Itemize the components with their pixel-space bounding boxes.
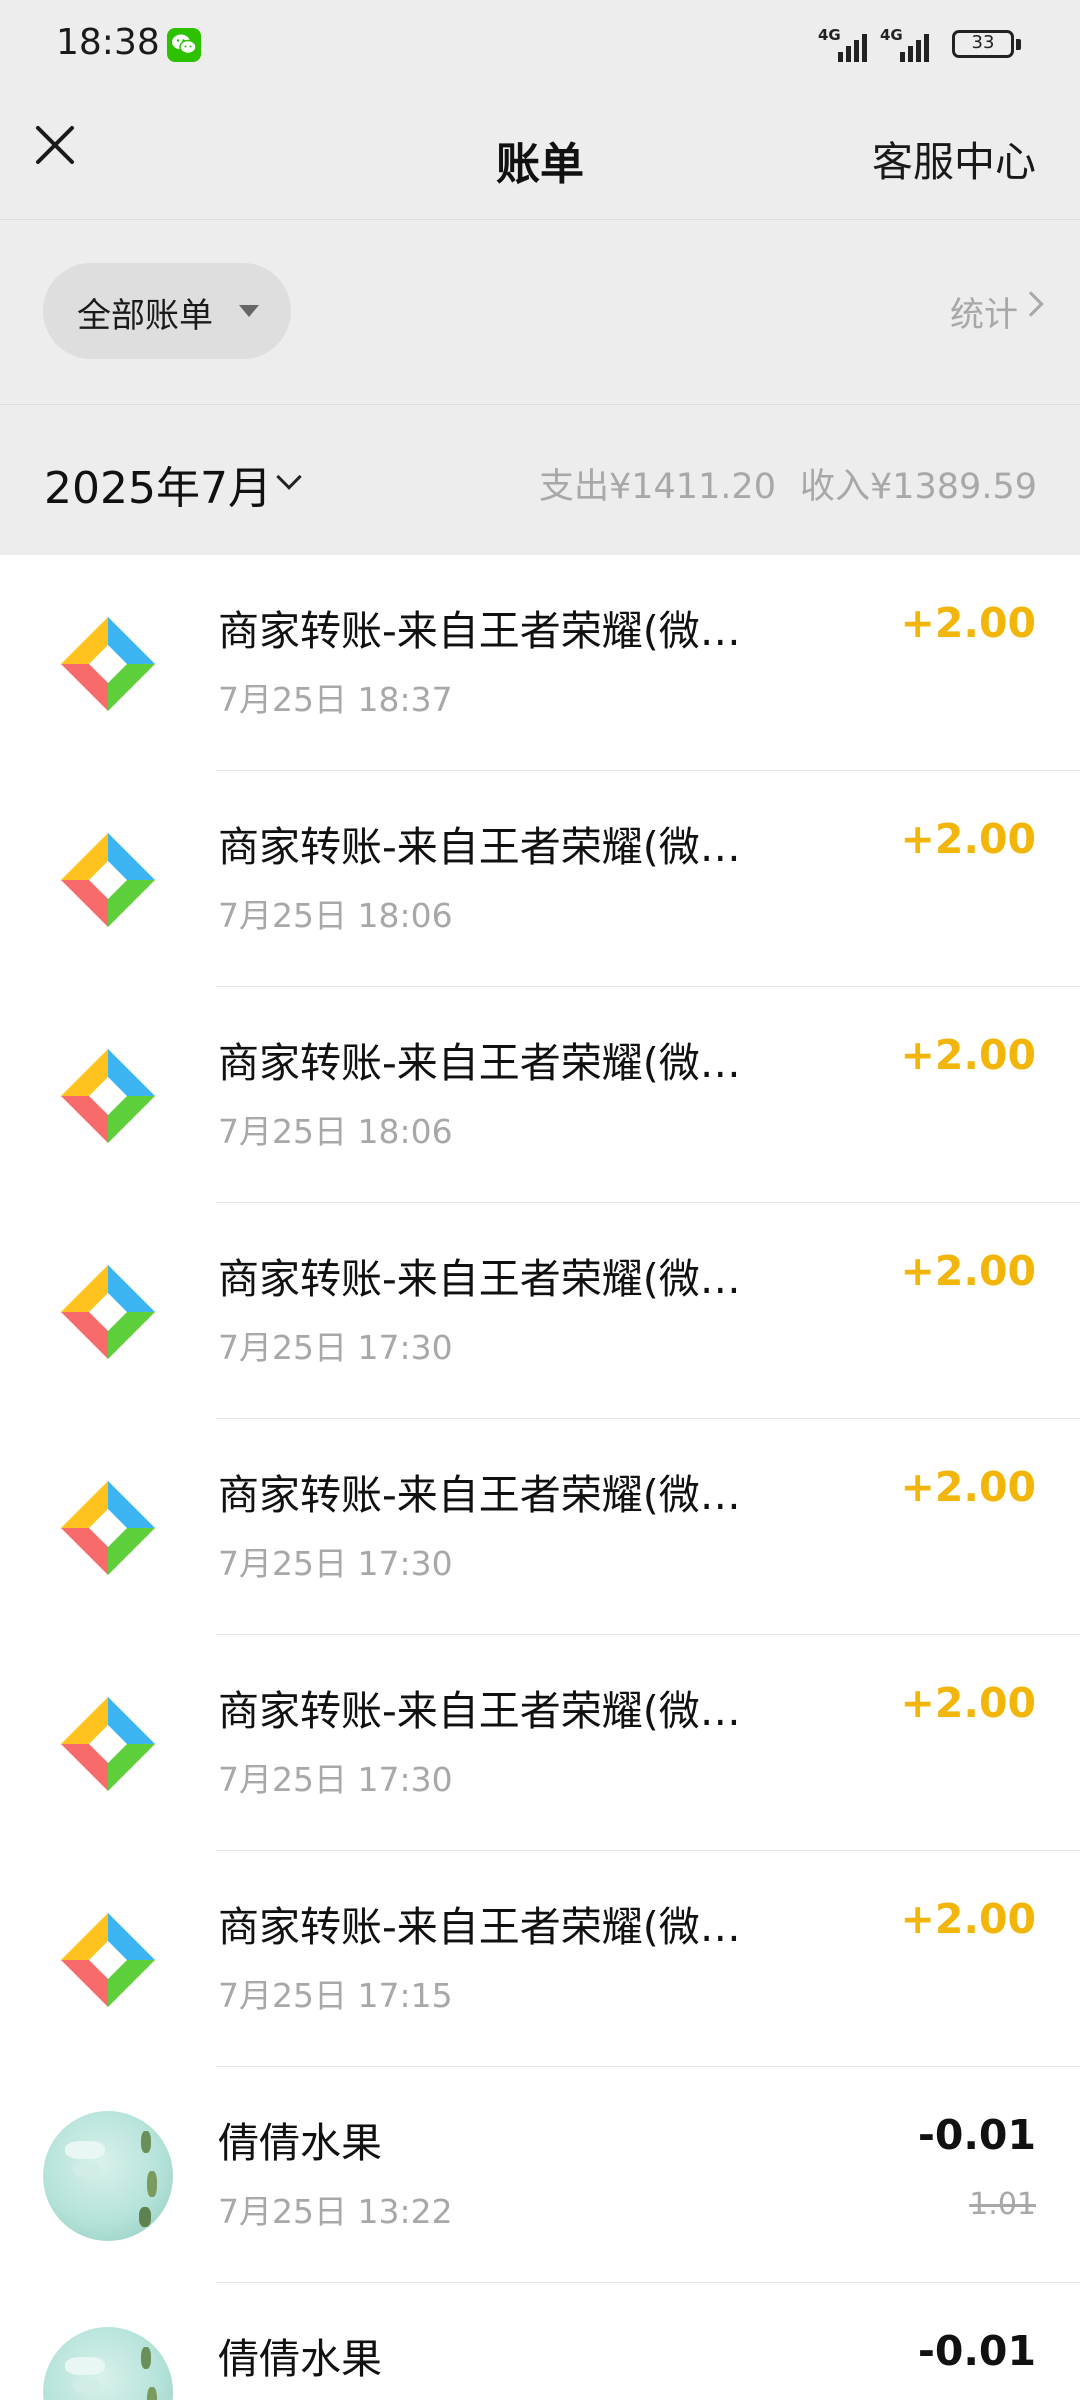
transaction-time: 7月25日 17:30 [218, 1328, 453, 1367]
filter-bar: 全部账单 统计 [0, 221, 1080, 405]
expense-total: 支出¥1411.20 [538, 467, 776, 507]
transaction-title: 商家转账-来自王者荣耀(微… [218, 607, 741, 655]
merchant-avatar [43, 2111, 173, 2241]
app-header: 账单 客服中心 [0, 90, 1080, 220]
month-summary-bar: 2025年7月 支出¥1411.20 收入¥1389.59 [0, 406, 1080, 554]
statistics-button[interactable]: 统计 [950, 287, 1018, 336]
transaction-amount: +2.00 [900, 815, 1036, 863]
status-time: 18:38 [56, 22, 160, 63]
transaction-time: 7月25日 18:06 [218, 1112, 453, 1151]
bill-filter-dropdown[interactable]: 全部账单 [43, 263, 291, 359]
transaction-time: 7月25日 18:37 [218, 680, 453, 719]
transaction-row[interactable]: 倩倩水果 -0.01 [0, 2283, 1080, 2400]
transaction-amount: +2.00 [900, 1031, 1036, 1079]
month-selector[interactable]: 2025年7月 [44, 452, 272, 516]
transaction-time: 7月25日 17:30 [218, 1544, 453, 1583]
transaction-amount: +2.00 [900, 1679, 1036, 1727]
merchant-transfer-logo-icon [43, 1247, 173, 1377]
battery-level: 33 [971, 32, 995, 53]
chevron-down-icon[interactable] [276, 464, 302, 490]
transaction-amount: -0.01 [917, 2327, 1036, 2375]
transaction-title: 商家转账-来自王者荣耀(微… [218, 1903, 741, 1951]
merchant-transfer-logo-icon [43, 1031, 173, 1161]
transaction-time: 7月25日 18:06 [218, 896, 453, 935]
transaction-row[interactable]: 商家转账-来自王者荣耀(微… 7月25日 18:06 +2.00 [0, 771, 1080, 987]
merchant-transfer-logo-icon [43, 1895, 173, 2025]
cellular-signal-icon-1: 4G [818, 26, 874, 62]
transaction-row[interactable]: 商家转账-来自王者荣耀(微… 7月25日 17:15 +2.00 [0, 1851, 1080, 2067]
transaction-title: 商家转账-来自王者荣耀(微… [218, 823, 741, 871]
chevron-right-icon [1018, 291, 1044, 317]
transaction-title: 商家转账-来自王者荣耀(微… [218, 1255, 741, 1303]
transaction-time: 7月25日 17:15 [218, 1976, 453, 2015]
transaction-row[interactable]: 商家转账-来自王者荣耀(微… 7月25日 18:06 +2.00 [0, 987, 1080, 1203]
transaction-list[interactable]: 商家转账-来自王者荣耀(微… 7月25日 18:37 +2.00 商家转账-来自王者荣… [0, 555, 1080, 2400]
customer-service-button[interactable]: 客服中心 [872, 128, 1036, 188]
transaction-title: 商家转账-来自王者荣耀(微… [218, 1687, 741, 1735]
transaction-row[interactable]: 商家转账-来自王者荣耀(微… 7月25日 18:37 +2.00 [0, 555, 1080, 771]
transaction-row[interactable]: 商家转账-来自王者荣耀(微… 7月25日 17:30 +2.00 [0, 1203, 1080, 1419]
transaction-amount: +2.00 [900, 1895, 1036, 1943]
merchant-transfer-logo-icon [43, 599, 173, 729]
caret-down-icon [239, 305, 259, 317]
transaction-amount: -0.01 [917, 2111, 1036, 2159]
transaction-time: 7月25日 13:22 [218, 2192, 453, 2231]
wechat-icon [167, 28, 201, 62]
cellular-signal-icon-2: 4G [880, 26, 936, 62]
merchant-avatar [43, 2327, 173, 2400]
battery-cap [1016, 39, 1021, 50]
transaction-title: 倩倩水果 [218, 2335, 382, 2383]
status-bar: 18:38 4G 4G 33 [0, 0, 1080, 90]
transaction-title: 商家转账-来自王者荣耀(微… [218, 1039, 741, 1087]
transaction-title: 商家转账-来自王者荣耀(微… [218, 1471, 741, 1519]
transaction-amount: +2.00 [900, 1463, 1036, 1511]
battery-icon: 33 [952, 30, 1014, 58]
transaction-time: 7月25日 17:30 [218, 1760, 453, 1799]
merchant-transfer-logo-icon [43, 1679, 173, 1809]
transaction-amount: +2.00 [900, 599, 1036, 647]
merchant-transfer-logo-icon [43, 1463, 173, 1593]
income-total: 收入¥1389.59 [799, 467, 1037, 507]
transaction-row[interactable]: 商家转账-来自王者荣耀(微… 7月25日 17:30 +2.00 [0, 1419, 1080, 1635]
filter-label: 全部账单 [77, 296, 213, 336]
transaction-title: 倩倩水果 [218, 2119, 382, 2167]
transaction-row[interactable]: 商家转账-来自王者荣耀(微… 7月25日 17:30 +2.00 [0, 1635, 1080, 1851]
network-type-label: 4G [818, 26, 841, 44]
transaction-row[interactable]: 倩倩水果 7月25日 13:22 -0.01 1.01 [0, 2067, 1080, 2283]
network-type-label: 4G [880, 26, 903, 44]
month-totals: 支出¥1411.20 收入¥1389.59 [539, 458, 1037, 509]
transaction-amount: +2.00 [900, 1247, 1036, 1295]
merchant-transfer-logo-icon [43, 815, 173, 945]
original-amount: 1.01 [969, 2187, 1036, 2222]
